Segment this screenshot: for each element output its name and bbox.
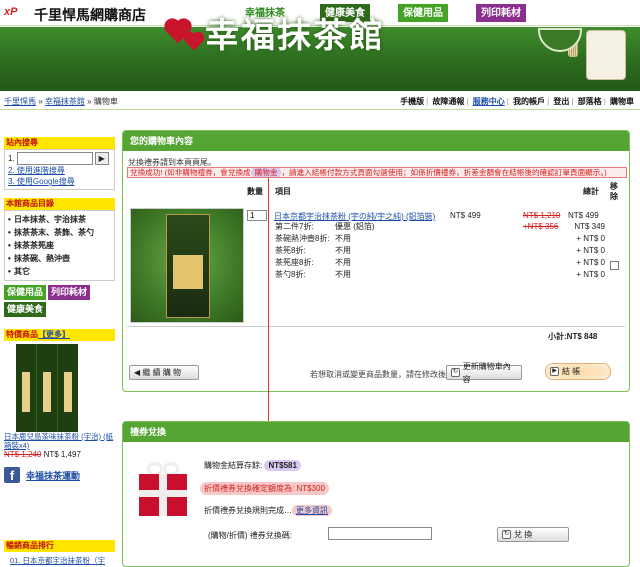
search-title: 站內搜尋 [4,137,115,149]
bestseller-item[interactable]: 01. 日本京都宇治抹茶粉（宇 [10,555,105,566]
column-header-item: 項目 [275,187,291,196]
special-title: 特價商品【更多】 [4,329,115,341]
nav-blog[interactable]: 部落格 [578,97,602,106]
google-search-link[interactable]: 3. 使用Google搜尋 [8,176,111,187]
facebook-row[interactable]: f 幸福抹茶運動 [4,467,115,483]
sidebar: 站內搜尋 1. ▶ 2. 使用進階搜尋 3. 使用Google搜尋 本館商品目錄… [4,137,115,483]
category-list: • 日本抹茶、宇治抹茶 • 抹茶茶末、茶飾、茶勺 • 抹茶茶筅座 • 抹茶碗、熱沖壺 •… [4,210,115,281]
points-balance: 購物金結算存餘: NT$581 [204,460,301,471]
nav-mobile[interactable]: 手機版 [400,97,424,106]
breadcrumb-store[interactable]: 幸福抹茶館 [45,97,85,106]
side-tag-health-food[interactable]: 健康美食 [4,302,47,317]
refresh-icon: ↻ [451,368,460,377]
category-item[interactable]: • 抹茶茶筅座 [8,239,111,252]
site-name[interactable]: 千里悍馬網購商店 [34,5,146,25]
code-label: (購物/折價) 禮券兌換碼: [208,531,292,540]
nav-logout[interactable]: 登出 [553,97,569,106]
quantity-input[interactable] [247,210,267,221]
remove-checkbox[interactable] [610,261,619,270]
nav-cart[interactable]: 購物車 [610,97,634,106]
option-row: 茶碗熱沖壺8折: 不用 + NT$ 0 [275,234,605,243]
account-nav: 手機版 | 故障通報 | 服務中心 | 我的帳戶 | 登出 | 部落格 | 購物車 [400,97,634,106]
nav-service-center[interactable]: 服務中心 [473,97,505,106]
gift-panel: 禮券兌換 [122,421,630,567]
gift-title: 禮券兌換 [123,422,629,442]
search-box: 1. ▶ 2. 使用進階搜尋 3. 使用Google搜尋 [4,149,115,190]
cart-title: 您的購物車內容 [123,131,629,151]
nav-report[interactable]: 故障通報 [432,97,464,106]
more-info-link[interactable]: 更多資訊 [292,505,332,516]
category-item[interactable]: • 其它 [8,265,111,278]
product-package [166,214,210,318]
nav-my-account[interactable]: 我的帳戶 [513,97,545,106]
matcha-package-icon [586,30,626,80]
top-tab-print-supplies[interactable]: 列印耗材 [476,4,526,22]
option-row: 茶勺8折: 不用 + NT$ 0 [275,270,605,279]
product-unit-price: NT$ 499 [450,211,481,220]
update-cart-button[interactable]: ↻ 更新購物車內容 [446,362,522,384]
option-row: 茶筅8折: 不用 + NT$ 0 [275,246,605,255]
special-product-price: NT$ 1,240 NT$ 1,497 [4,450,81,459]
update-note: 若想取消或變更商品數量，請在修改後按 [310,370,454,379]
side-tag-health-supplies[interactable]: 保健用品 [4,285,47,300]
side-tag-print-supplies[interactable]: 列印耗材 [48,285,91,300]
special-product-name[interactable]: 日本鹿兒島茶味抹茶粉 (宇治) (紙箱裝x4) [4,432,115,450]
redeem-button[interactable]: ↻ 兌 換 [497,527,569,542]
continue-shopping-button[interactable]: ◀ 繼 續 購 物 [129,365,199,380]
category-item[interactable]: • 日本抹茶、宇治抹茶 [8,213,111,226]
banner-title: 幸福抹茶館 [205,16,385,56]
redeem-rule: 折價禮券兌換規則完成… 更多資訊 [204,505,332,516]
arrow-right-icon: ▶ [550,367,559,376]
advanced-search-link[interactable]: 2. 使用進階搜尋 [8,165,111,176]
product-final-total: NT$ 499 [568,211,599,220]
product-original-total: NT$ 1,210 [523,211,561,220]
facebook-icon[interactable]: f [4,467,20,483]
special-product-image[interactable] [16,344,78,432]
search-button[interactable]: ▶ [94,152,109,165]
bestseller-title: 暢銷商品排行 [4,540,115,552]
facebook-link[interactable]: 幸福抹茶運動 [26,469,80,482]
search-input[interactable] [16,152,93,165]
column-header-remove: 移除 [610,182,618,201]
discount-balance: 折價禮券兌換確定額度為: NT$300 [200,482,329,495]
category-title: 本館商品目錄 [4,198,115,210]
special-more-link[interactable]: 【更多】 [38,330,70,339]
column-header-total: 總計 [583,187,599,196]
refresh-icon: ↻ [502,530,511,539]
option-row: 第二件7折: 優惠 (鋁箔) +NT$ 356 NT$ 349 [275,222,605,231]
checkout-button[interactable]: ▶ 結 帳 [545,363,611,380]
breadcrumb-current: 購物車 [93,97,118,106]
redeem-success-notice: 兌換成功! (如非購物禮券，會兌換成 購物金 ，請進入結帳付款方式頁面勾選使用；如係… [127,167,627,178]
side-tags: 保健用品 列印耗材 健康美食 [4,285,115,317]
product-name-link[interactable]: 日本京都宇治抹茶粉 (宇の純/宇之純) (鋁箔裝) [274,211,435,222]
cart-subtotal: 小計:NT$ 848 [548,332,598,341]
gift-box-icon [133,454,193,520]
option-row: 茶筅座8折: 不用 + NT$ 0 [275,258,605,267]
column-header-qty: 數量 [247,187,263,196]
annotation-line [268,178,269,454]
breadcrumb-home[interactable]: 千里悍馬 [4,97,36,106]
top-tab-health-supplies[interactable]: 保健用品 [398,4,448,22]
breadcrumb: 千里悍馬 » 幸福抹茶館 » 購物車 [4,97,118,106]
divider [127,326,625,327]
coupon-code-input[interactable] [328,527,432,540]
category-item[interactable]: • 抹茶茶末、茶飾、茶勺 [8,226,111,239]
site-logo-icon[interactable]: xP [4,6,24,22]
category-item[interactable]: • 抹茶碗、熱沖壺 [8,252,111,265]
